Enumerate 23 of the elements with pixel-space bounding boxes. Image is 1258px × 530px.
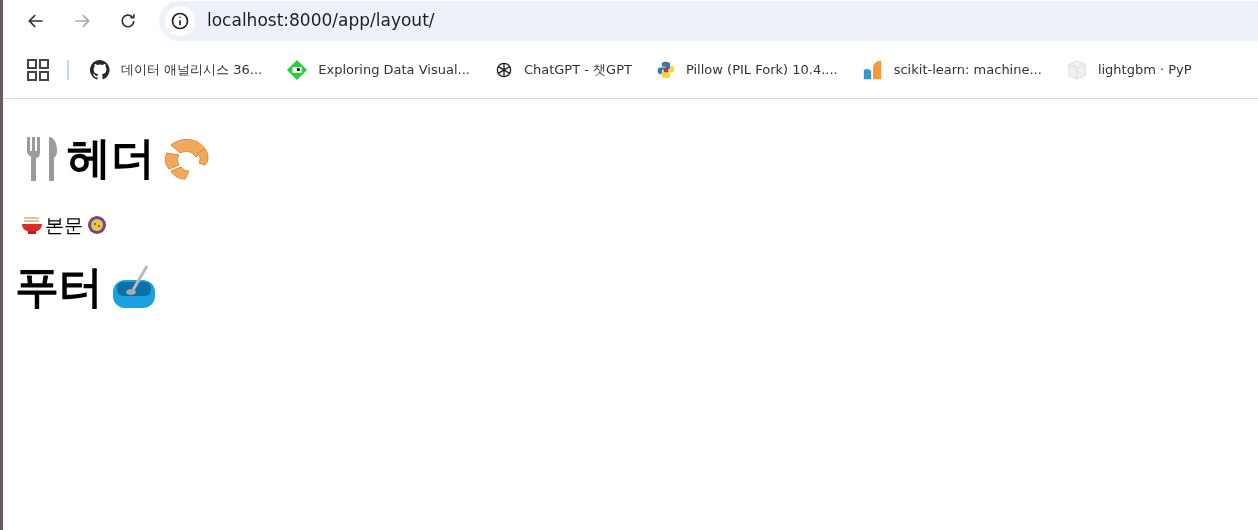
cube-icon bbox=[1065, 59, 1088, 81]
address-bar[interactable]: localhost:8000/app/layout/ bbox=[159, 1, 1258, 41]
fork-knife-icon bbox=[25, 135, 59, 181]
noodle-bowl-icon bbox=[21, 214, 43, 237]
sklearn-icon bbox=[861, 59, 884, 81]
reload-icon bbox=[118, 11, 138, 31]
header-heading: 헤더 bbox=[67, 136, 155, 180]
bookmark[interactable]: Pillow (PIL Fork) 10.4.... bbox=[655, 60, 838, 80]
bookmark[interactable]: scikit-learn: machine... bbox=[861, 59, 1042, 81]
diamond-icon bbox=[286, 59, 309, 81]
python-icon bbox=[655, 60, 676, 80]
bookmark[interactable]: Exploring Data Visual... bbox=[286, 59, 470, 81]
apps-icon[interactable] bbox=[27, 59, 49, 81]
address-text: localhost:8000/app/layout/ bbox=[207, 9, 435, 33]
bookmark[interactable]: lightgbm · PyP bbox=[1065, 59, 1192, 81]
info-icon bbox=[165, 6, 195, 36]
github-icon bbox=[89, 59, 111, 81]
bookmark[interactable]: 데이터 애널리시스 36... bbox=[89, 59, 263, 81]
footer-heading: 푸터 bbox=[15, 264, 103, 309]
bookmark[interactable]: ChatGPT - 챗GPT bbox=[493, 60, 632, 80]
bowl-spoon-icon bbox=[111, 263, 157, 310]
pan-icon bbox=[85, 214, 109, 237]
body-text: 본문 bbox=[45, 213, 83, 238]
